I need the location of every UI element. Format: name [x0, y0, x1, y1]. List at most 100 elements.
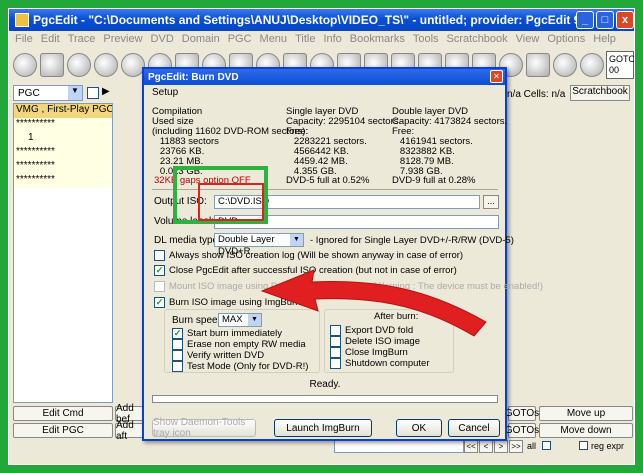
checkbox-box: [330, 347, 341, 358]
chevron-down-icon: ▼: [68, 86, 82, 100]
search-field[interactable]: [334, 440, 464, 453]
menu-domain[interactable]: Domain: [182, 33, 220, 45]
test-mode-checkbox[interactable]: Test Mode (Only for DVD-R!): [172, 361, 308, 372]
double-layer-info: Double layer DVD Capacity: 4173824 secto…: [392, 107, 507, 177]
maximize-button[interactable]: □: [596, 11, 614, 29]
browse-button[interactable]: ...: [483, 195, 499, 209]
list-item[interactable]: **********: [14, 118, 112, 132]
reg-expr-checkbox[interactable]: [579, 441, 588, 450]
dialog-close-button[interactable]: ✕: [490, 70, 503, 83]
all-label: all: [527, 441, 537, 451]
list-item[interactable]: 1: [14, 132, 112, 146]
erase-rw-checkbox[interactable]: Erase non empty RW media: [172, 339, 306, 350]
app-window: PgcEdit - "C:\Documents and Settings\ANU…: [8, 8, 635, 465]
menu-view[interactable]: View: [516, 33, 540, 45]
start-burn-checkbox[interactable]: ✓ Start burn immediately: [172, 328, 282, 339]
move-up-button[interactable]: Move up: [539, 406, 633, 421]
dl-media-select[interactable]: Double Layer DVD+R ▼: [214, 233, 304, 257]
shutdown-checkbox[interactable]: Shutdown computer: [330, 358, 430, 369]
disc-icon[interactable]: [13, 53, 37, 77]
eye-icon[interactable]: [553, 53, 577, 77]
menu-file[interactable]: File: [15, 33, 33, 45]
scratch-icon[interactable]: [526, 53, 550, 77]
menu-edit[interactable]: Edit: [41, 33, 60, 45]
menu-preview[interactable]: Preview: [103, 33, 142, 45]
export-dvd-checkbox[interactable]: Export DVD fold: [330, 325, 413, 336]
dl-media-note: - Ignored for Single Layer DVD+/-R/RW (D…: [310, 235, 514, 246]
burn-dvd-dialog: PgcEdit: Burn DVD ✕ Setup Compilation Us…: [142, 67, 543, 441]
verify-dvd-checkbox[interactable]: Verify written DVD: [172, 350, 264, 361]
all-checkbox[interactable]: [542, 441, 551, 450]
checkbox-label: Test Mode (Only for DVD-R!): [187, 361, 309, 372]
pgc-list[interactable]: VMG , First-Play PGC ********** 1 ******…: [13, 103, 113, 403]
close-pgcedit-checkbox[interactable]: ✓ Close PgcEdit after successful ISO cre…: [154, 265, 457, 276]
menu-menu[interactable]: Menu: [260, 33, 288, 45]
launch-imgburn-button[interactable]: Launch ImgBurn: [274, 419, 372, 437]
menu-trace[interactable]: Trace: [68, 33, 96, 45]
checkbox-box: [330, 325, 341, 336]
next-button[interactable]: >: [494, 440, 508, 453]
scratchbook-button[interactable]: Scratchbook: [570, 85, 630, 101]
status-text: Ready.: [309, 379, 341, 390]
always-show-log-checkbox[interactable]: Always show ISO creation log (Will be sh…: [154, 250, 463, 261]
burn-speed-value: MAX: [222, 314, 243, 325]
burn-imgburn-checkbox[interactable]: ✓ Burn ISO image using ImgBurn:: [154, 297, 303, 308]
menu-info[interactable]: Info: [323, 33, 341, 45]
menu-bar: File Edit Trace Preview DVD Domain PGC M…: [9, 31, 634, 47]
show-daemon-tools-button[interactable]: Show Daemon-Tools tray icon: [152, 417, 256, 439]
menu-dvd[interactable]: DVD: [151, 33, 174, 45]
mount-warning: (Warning : The device must be enabled!): [372, 281, 544, 292]
checkbox-label: Always show ISO creation log (Will be sh…: [169, 250, 464, 261]
goto-box[interactable]: GOTO 00: [606, 51, 634, 79]
menu-options[interactable]: Options: [547, 33, 585, 45]
ok-button[interactable]: OK: [396, 419, 442, 437]
checkbox-label: Export DVD fold: [345, 325, 414, 336]
list-item[interactable]: **********: [14, 146, 112, 160]
prev-button[interactable]: <: [479, 440, 493, 453]
after-burn-label: After burn:: [374, 311, 419, 322]
minimize-button[interactable]: _: [576, 11, 594, 29]
cancel-button[interactable]: Cancel: [448, 419, 500, 437]
play-arrow-icon[interactable]: ▶: [102, 86, 110, 97]
tab-setup[interactable]: Setup: [148, 87, 182, 101]
dvd9-full: DVD-9 full at 0.28%: [392, 175, 476, 186]
menu-title[interactable]: Title: [295, 33, 315, 45]
disc-save-icon[interactable]: [67, 53, 91, 77]
edit-cmd-button[interactable]: Edit Cmd: [13, 406, 113, 421]
pgc-select-value: PGC: [18, 87, 40, 99]
edit-pgc-button[interactable]: Edit PGC: [13, 423, 113, 438]
checkbox-box: [172, 350, 183, 361]
close-button[interactable]: x: [616, 11, 634, 29]
burn-speed-select[interactable]: MAX ▼: [218, 313, 262, 327]
reg-expr-label: reg expr: [591, 441, 625, 451]
dialog-title-bar: PgcEdit: Burn DVD: [144, 69, 505, 85]
open-folder-icon[interactable]: [40, 53, 64, 77]
first-button[interactable]: <<: [464, 440, 478, 453]
cells-info: n/a Cells: n/a: [507, 89, 566, 100]
checkbox-label: Verify written DVD: [187, 350, 265, 361]
add-after-button[interactable]: Add aft: [115, 420, 145, 442]
mount-iso-checkbox[interactable]: Mount ISO image using Daemon-Tools, at:: [154, 281, 348, 292]
gotos-button[interactable]: GOTOs: [505, 406, 539, 421]
last-button[interactable]: >>: [509, 440, 523, 453]
checkbox-label: Mount ISO image using Daemon-Tools, at:: [169, 281, 349, 292]
move-down-button[interactable]: Move down: [539, 423, 633, 438]
close-imgburn-checkbox[interactable]: Close ImgBurn: [330, 347, 408, 358]
menu-scratchbook[interactable]: Scratchbook: [447, 33, 508, 45]
dvd5-full: DVD-5 full at 0.52%: [286, 175, 370, 186]
menu-help[interactable]: Help: [593, 33, 616, 45]
back-icon[interactable]: [94, 53, 118, 77]
checkbox-box: [330, 358, 341, 369]
pgc-select[interactable]: PGC ▼: [13, 85, 83, 101]
person-icon[interactable]: [580, 53, 604, 77]
gotos-button-2[interactable]: GOTOs: [505, 423, 539, 438]
list-item[interactable]: **********: [14, 160, 112, 174]
filter-checkbox[interactable]: [87, 87, 99, 99]
menu-tools[interactable]: Tools: [413, 33, 439, 45]
list-item[interactable]: **********: [14, 174, 112, 188]
list-item[interactable]: VMG , First-Play PGC: [14, 104, 112, 118]
delete-iso-checkbox[interactable]: Delete ISO image: [330, 336, 420, 347]
checkbox-label: Erase non empty RW media: [187, 339, 306, 350]
menu-pgc[interactable]: PGC: [228, 33, 252, 45]
menu-bookmarks[interactable]: Bookmarks: [350, 33, 405, 45]
